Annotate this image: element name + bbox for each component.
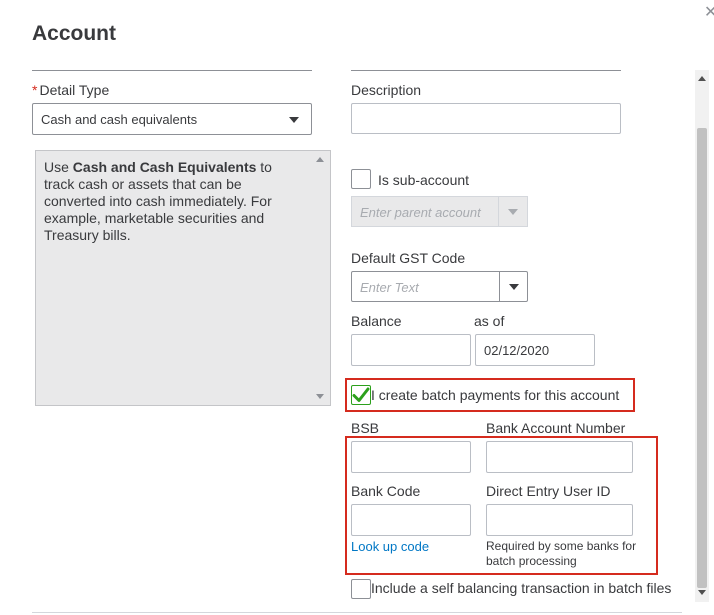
gst-placeholder: Enter Text (360, 280, 419, 295)
direct-entry-helper-text: Required by some banks for batch process… (486, 539, 637, 568)
bank-code-label: Bank Code (351, 483, 421, 499)
info-text-bold: Cash and Cash Equivalents (72, 159, 257, 175)
self-balancing-label: Include a self balancing transaction in … (371, 580, 672, 596)
parent-account-select[interactable]: Enter parent account (351, 196, 528, 227)
balance-input[interactable] (351, 334, 471, 366)
gst-label: Default GST Code (351, 250, 466, 266)
scroll-down-icon[interactable] (316, 394, 324, 399)
description-input[interactable] (351, 103, 621, 134)
previous-field-border-right (351, 70, 621, 71)
bottom-divider (32, 612, 682, 613)
balance-label: Balance (351, 313, 402, 329)
chevron-down-icon (509, 284, 519, 290)
dialog-title: Account (32, 22, 116, 45)
gst-code-select[interactable]: Enter Text (351, 271, 528, 302)
detail-type-info-box: Use Cash and Cash Equivalents to track c… (35, 150, 331, 406)
detail-type-select[interactable]: Cash and cash equivalents (32, 103, 312, 135)
description-label: Description (351, 82, 422, 98)
close-icon[interactable]: ✕ (704, 2, 714, 28)
scrollbar-down-arrow-icon[interactable] (698, 590, 706, 595)
bank-account-number-label: Bank Account Number (486, 420, 626, 436)
sub-account-label: Is sub-account (378, 172, 470, 188)
sub-account-checkbox[interactable] (351, 169, 371, 189)
detail-type-label-text: Detail Type (39, 82, 110, 98)
batch-payments-label: I create batch payments for this account (371, 387, 620, 403)
parent-account-dropdown-button[interactable] (498, 197, 527, 226)
direct-entry-user-id-input[interactable] (486, 504, 633, 536)
batch-payments-checkbox[interactable] (351, 385, 371, 405)
chevron-down-icon (508, 209, 518, 215)
chevron-down-icon (289, 117, 299, 123)
bsb-label: BSB (351, 420, 380, 436)
bank-code-input[interactable] (351, 504, 471, 536)
as-of-date-value: 02/12/2020 (484, 343, 550, 358)
scrollbar-up-arrow-icon[interactable] (698, 76, 706, 81)
parent-account-placeholder: Enter parent account (360, 205, 481, 220)
previous-field-border-left (32, 70, 312, 71)
detail-type-value: Cash and cash equivalents (41, 112, 198, 127)
dialog-scrollbar[interactable] (695, 70, 709, 602)
detail-type-label: * Detail Type (32, 82, 109, 98)
look-up-code-link[interactable]: Look up code (351, 539, 429, 554)
bsb-input[interactable] (351, 441, 471, 473)
direct-entry-user-id-label: Direct Entry User ID (486, 483, 611, 499)
scroll-up-icon[interactable] (316, 157, 324, 162)
as-of-label: as of (474, 313, 505, 329)
scrollbar-thumb[interactable] (697, 128, 707, 588)
required-marker: * (32, 82, 38, 98)
bank-account-number-input[interactable] (486, 441, 633, 473)
self-balancing-checkbox[interactable] (351, 579, 371, 599)
checkmark-icon (352, 387, 370, 402)
as-of-date-input[interactable]: 02/12/2020 (475, 334, 595, 366)
info-text-before: Use (44, 159, 73, 175)
gst-dropdown-button[interactable] (499, 272, 527, 301)
